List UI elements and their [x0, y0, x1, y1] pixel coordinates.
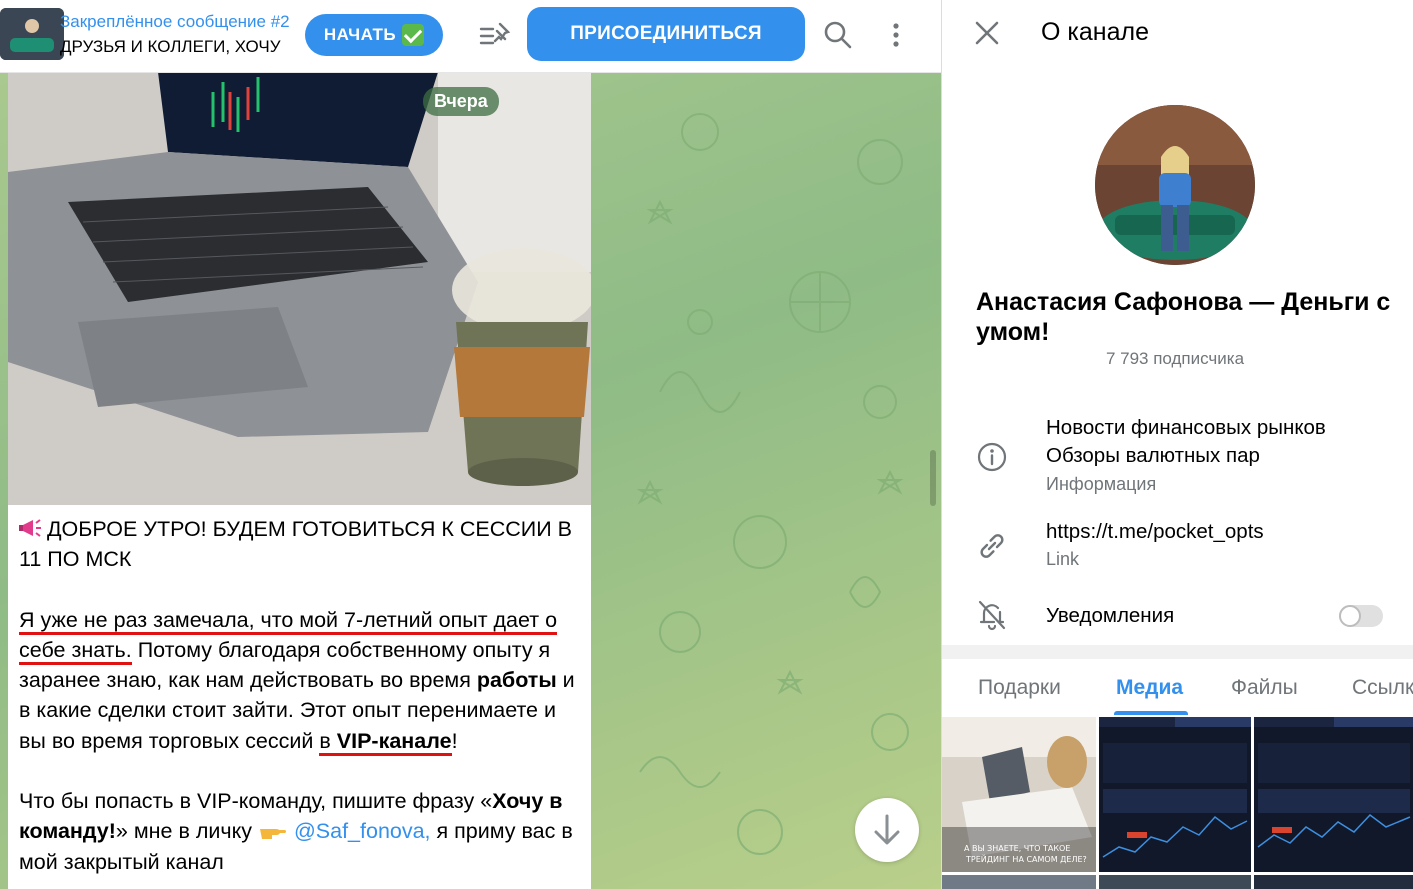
megaphone-emoji-icon [19, 519, 41, 537]
description-label: Информация [1046, 474, 1157, 494]
media-item[interactable] [1099, 717, 1251, 872]
scroll-down-button[interactable] [855, 798, 919, 862]
toggle-knob [1339, 605, 1361, 627]
tab-gifts[interactable]: Подарки [978, 676, 1061, 700]
laptop-coffee-photo [8, 72, 591, 505]
post-paragraph-1: ДОБРОЕ УТРО! БУДЕМ ГОТОВИТЬСЯ К СЕССИИ В… [19, 514, 584, 575]
post-text-segment: » мне в личку [115, 819, 258, 844]
post-paragraph-3: Что бы попасть в VIP-команду, пишите фра… [19, 786, 584, 877]
media-thumb-trade-result [1099, 717, 1251, 872]
post-text: ДОБРОЕ УТРО! БУДЕМ ГОТОВИТЬСЯ К СЕССИИ В… [19, 514, 584, 889]
section-divider [942, 645, 1413, 659]
chat-scrollbar[interactable] [930, 450, 936, 506]
media-thumb-trading-video: А ВЫ ЗНАЕТЕ, ЧТО ТАКОЕ ТРЕЙДИНГ НА САМОМ… [942, 717, 1096, 872]
join-button[interactable]: ПРИСОЕДИНИТЬСЯ [527, 7, 805, 61]
post-headline: ДОБРОЕ УТРО! БУДЕМ ГОТОВИТЬСЯ К СЕССИИ В… [19, 517, 572, 572]
post-paragraph-2: Я уже не раз замечала, что мой 7-летний … [19, 605, 584, 756]
pointing-hand-emoji-icon [259, 829, 286, 840]
underlined-vip: в VIP-канале [319, 728, 452, 756]
post-bold-work: работы [476, 668, 557, 693]
channel-link[interactable]: https://t.me/pocket_opts [1046, 520, 1264, 544]
tab-media[interactable]: Медиа [1116, 676, 1183, 700]
pinned-message-title[interactable]: Закреплённое сообщение #2 [60, 12, 300, 32]
mention-link[interactable]: @Saf_fonova, [294, 819, 431, 843]
start-button[interactable]: НАЧАТЬ [305, 14, 443, 56]
link-label: Link [1046, 549, 1080, 569]
media-thumb-trade-result-2 [1254, 717, 1413, 872]
channel-avatar[interactable] [1095, 105, 1255, 265]
close-icon[interactable] [974, 20, 1000, 46]
active-tab-indicator [1114, 711, 1188, 715]
chat-header: Закреплённое сообщение #2 ДРУЗЬЯ И КОЛЛЕ… [0, 0, 941, 73]
channel-avatar-image [1095, 105, 1255, 265]
tab-files[interactable]: Файлы [1231, 676, 1298, 700]
start-button-label: НАЧАТЬ [323, 25, 397, 44]
bell-off-icon [978, 600, 1006, 631]
tab-links[interactable]: Ссылки [1352, 676, 1413, 700]
link-icon [980, 534, 1004, 558]
media-item[interactable] [1099, 875, 1251, 889]
vip-prefix: в [319, 728, 337, 753]
notifications-toggle[interactable] [1339, 605, 1383, 627]
check-emoji-icon [402, 24, 425, 46]
more-vertical-icon[interactable] [884, 19, 908, 51]
date-badge: Вчера [423, 87, 499, 116]
info-icon [977, 442, 1007, 472]
media-item[interactable]: А ВЫ ЗНАЕТЕ, ЧТО ТАКОЕ ТРЕЙДИНГ НА САМОМ… [942, 717, 1096, 872]
post-photo[interactable]: Вчера [8, 72, 591, 505]
pinned-list-icon[interactable] [478, 20, 512, 50]
media-caption-line-1: А ВЫ ЗНАЕТЕ, ЧТО ТАКОЕ [964, 844, 1070, 853]
description-line-2[interactable]: Обзоры валютных пар [1046, 444, 1260, 468]
pinned-thumbnail-image [0, 8, 64, 60]
media-grid: А ВЫ ЗНАЕТЕ, ЧТО ТАКОЕ ТРЕЙДИНГ НА САМОМ… [942, 717, 1413, 889]
post-text-segment: Что бы попасть в VIP-команду, пишите фра… [19, 789, 493, 814]
pinned-thumbnail[interactable] [0, 8, 64, 60]
arrow-down-icon [874, 814, 900, 845]
post-bold-vip: VIP-канале [336, 728, 452, 753]
media-item[interactable] [1254, 717, 1413, 872]
chat-area: Вчера ДОБРОЕ УТРО! БУДЕМ ГОТОВИТЬСЯ К СЕ… [0, 0, 941, 889]
channel-info-panel: О канале Анастасия Сафонова — Деньги с у… [941, 0, 1413, 889]
panel-title: О канале [1041, 18, 1149, 46]
media-caption-line-2: ТРЕЙДИНГ НА САМОМ ДЕЛЕ? [965, 853, 1087, 864]
channel-name: Анастасия Сафонова — Деньги с умом! [976, 288, 1391, 346]
media-item[interactable] [1254, 875, 1413, 889]
channel-post: Вчера ДОБРОЕ УТРО! БУДЕМ ГОТОВИТЬСЯ К СЕ… [8, 72, 591, 889]
notifications-label: Уведомления [1046, 604, 1175, 627]
subscriber-count: 7 793 подписчика [1105, 349, 1245, 368]
media-item[interactable] [942, 875, 1096, 889]
pinned-message-text[interactable]: ДРУЗЬЯ И КОЛЛЕГИ, ХОЧУ [60, 37, 292, 57]
description-line-1[interactable]: Новости финансовых рынков [1046, 416, 1326, 440]
post-text-segment: ! [451, 728, 458, 753]
search-icon[interactable] [822, 19, 854, 51]
